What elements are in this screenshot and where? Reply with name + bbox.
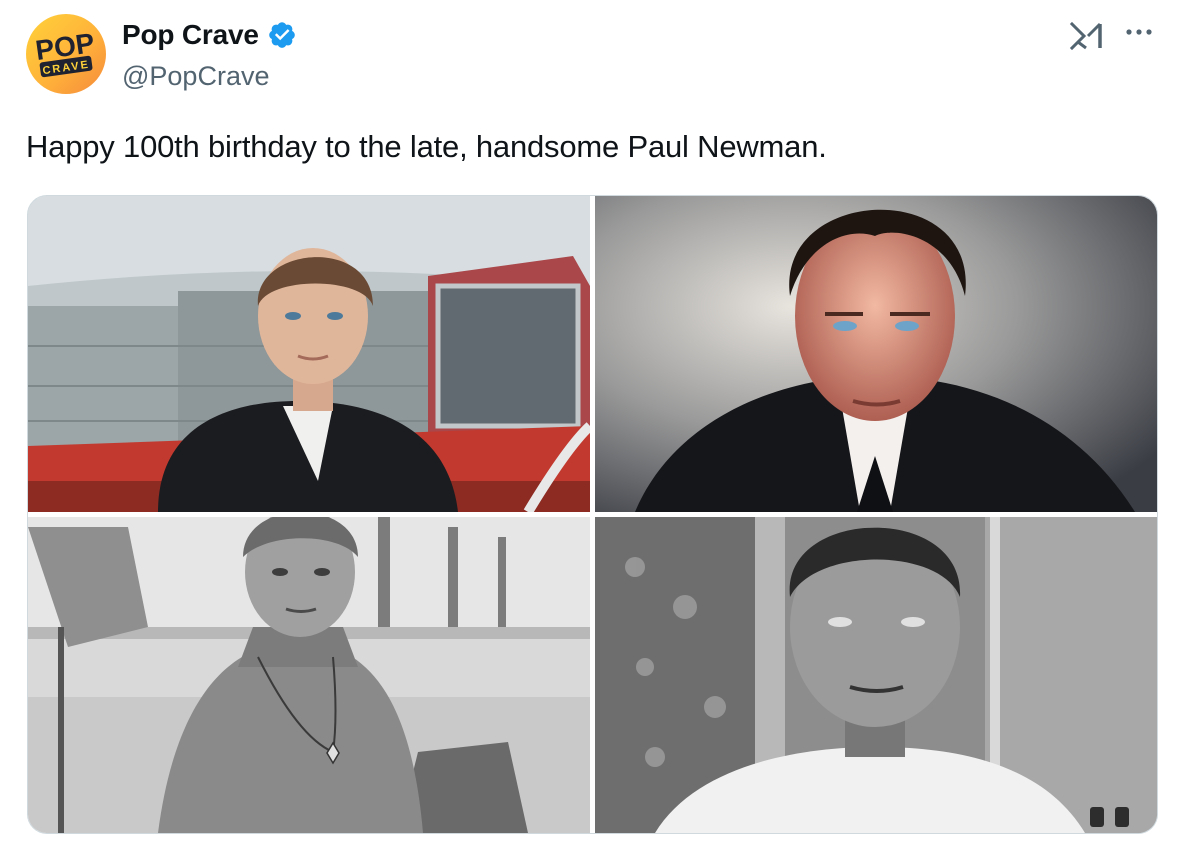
pop-crave-logo: POP CRAVE: [34, 27, 97, 77]
verified-badge-icon[interactable]: [267, 20, 297, 50]
tweet-photo-1[interactable]: [28, 196, 590, 512]
more-icon[interactable]: [1122, 22, 1156, 42]
author-display-name[interactable]: Pop Crave: [122, 18, 259, 52]
grok-icon[interactable]: [1068, 20, 1106, 52]
tweet-photo-2[interactable]: [595, 196, 1157, 512]
author-handle[interactable]: @PopCrave: [122, 60, 269, 92]
media-grid: [27, 195, 1158, 834]
author-name-row: Pop Crave: [122, 18, 297, 52]
tweet-photo-4[interactable]: [595, 517, 1157, 833]
avatar[interactable]: POP CRAVE: [26, 14, 106, 94]
tweet-photo-3[interactable]: [28, 517, 590, 833]
tweet-text: Happy 100th birthday to the late, handso…: [26, 129, 827, 164]
